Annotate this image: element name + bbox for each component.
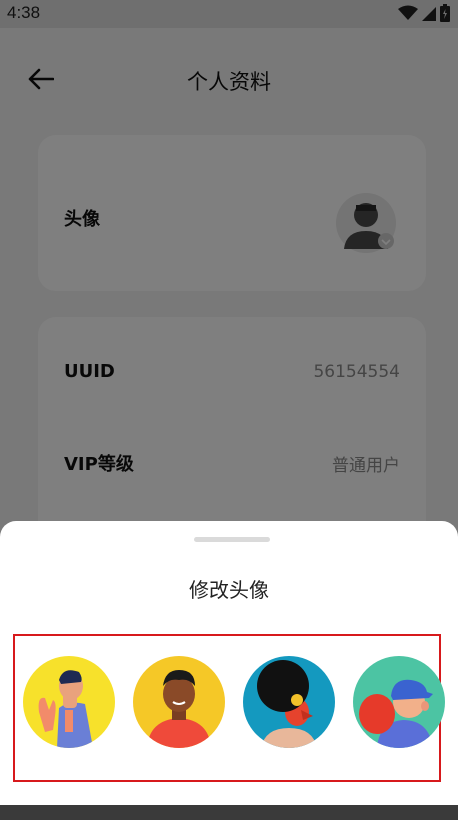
avatar-choices xyxy=(13,634,445,782)
change-avatar-sheet: 修改头像 xyxy=(0,521,458,805)
avatar-option-4[interactable] xyxy=(353,656,445,748)
app-screen: 4:38 个人资料 头像 xyxy=(0,0,458,820)
avatar-illustration-1 xyxy=(23,656,115,748)
avatar-illustration-2 xyxy=(133,656,225,748)
avatar-illustration-3 xyxy=(243,656,335,748)
avatar-illustration-4 xyxy=(353,656,445,748)
avatar-option-3[interactable] xyxy=(243,656,335,748)
navigation-bar xyxy=(0,805,458,820)
avatar-option-1[interactable] xyxy=(23,656,115,748)
sheet-title: 修改头像 xyxy=(189,578,269,602)
avatar-option-2[interactable] xyxy=(133,656,225,748)
sheet-drag-handle[interactable] xyxy=(194,537,270,542)
